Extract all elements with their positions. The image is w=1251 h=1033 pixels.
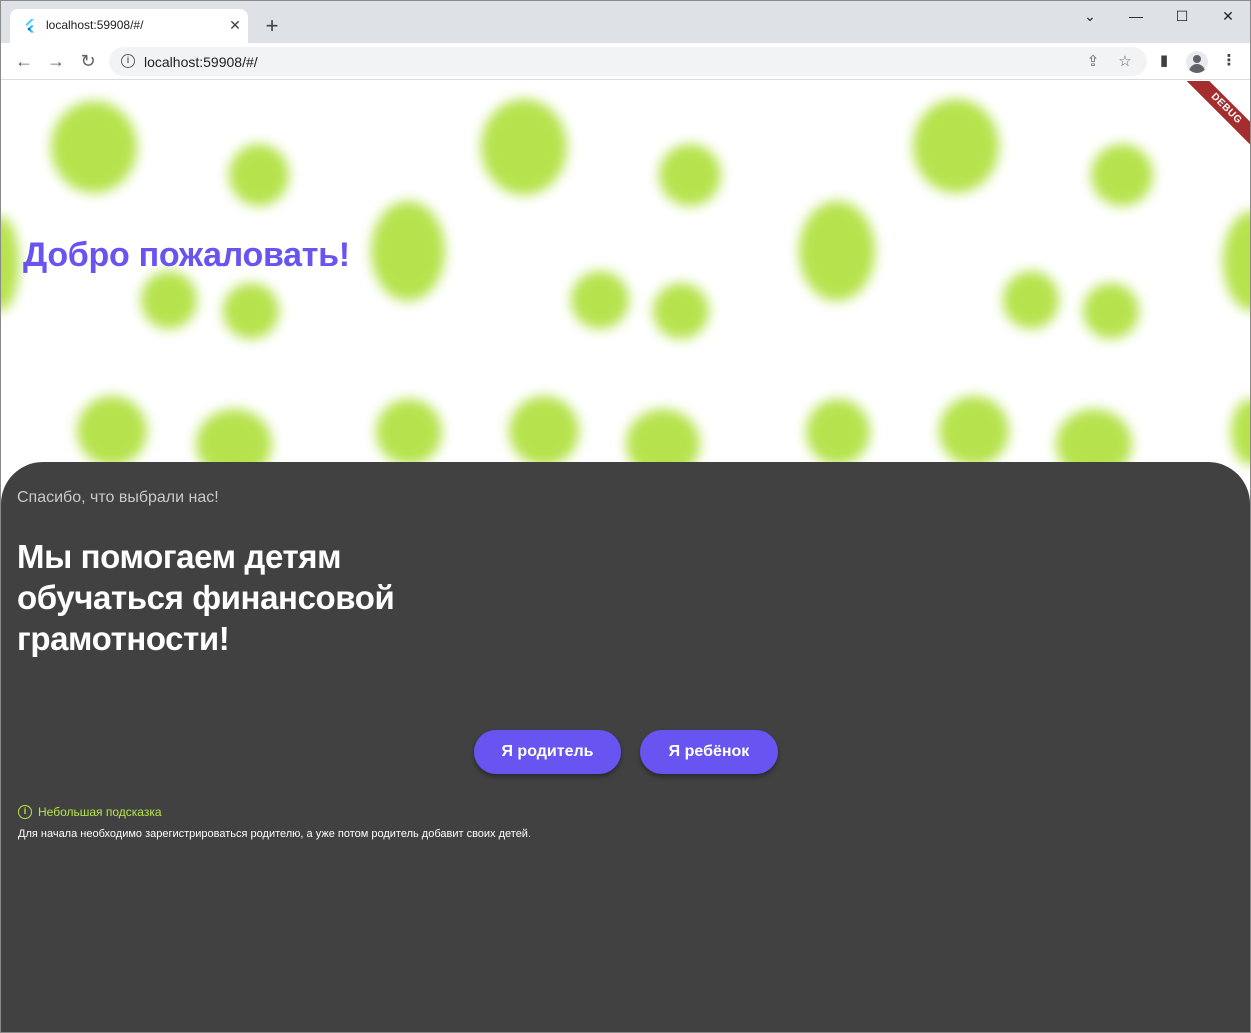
bottom-sheet: Спасибо, что выбрали нас! Мы помогаем де… [1,462,1250,1032]
side-panel-icon[interactable]: ▮ [1153,50,1175,72]
close-window-button[interactable]: ✕ [1216,5,1240,27]
parent-button[interactable]: Я родитель [474,730,621,774]
decor-blob [659,144,721,206]
maximize-button[interactable]: ☐ [1170,5,1194,27]
decor-blob [77,396,147,466]
tab-title: localhost:59908/#/ [46,18,144,32]
decor-blob [939,396,1009,466]
url-text[interactable]: localhost:59908/#/ [144,54,258,70]
thanks-text: Спасибо, что выбрали нас! [17,489,219,506]
flutter-icon [25,19,34,33]
back-button[interactable]: ← [12,49,36,73]
decor-blob [141,271,197,329]
forward-button[interactable]: → [44,49,68,73]
new-tab-button[interactable]: + [261,15,283,37]
share-icon[interactable]: ⇪ [1083,52,1103,72]
browser-menu-icon[interactable]: ⋮ [1218,50,1240,72]
tab-strip: localhost:59908/#/ ✕ + ⌄ — ☐ ✕ [1,1,1250,43]
decor-blob [481,99,567,195]
decor-blob [571,271,629,329]
headline: Мы помогаем детям обучаться финансовой г… [17,538,395,657]
avatar-head [1193,55,1201,63]
hint-text: Для начала необходимо зарегистрироваться… [18,828,532,840]
decor-blob [1231,399,1250,465]
browser-window: localhost:59908/#/ ✕ + ⌄ — ☐ ✕ ← → ↻ i l… [0,0,1251,1033]
welcome-title: Добро пожаловать! [23,236,350,274]
reload-button[interactable]: ↻ [76,49,100,73]
decor-blob [51,101,137,193]
decor-blob [229,144,289,206]
decor-blob [913,99,999,193]
child-button[interactable]: Я ребёнок [640,730,778,774]
info-icon: i [18,805,32,819]
tab-close-icon[interactable]: ✕ [225,15,245,35]
profile-avatar-icon[interactable] [1186,51,1208,73]
decor-blob [223,283,279,339]
avatar-body [1189,64,1205,73]
browser-tab[interactable]: localhost:59908/#/ ✕ [10,9,248,43]
decor-blob [1223,211,1250,311]
decor-blob [1091,144,1153,206]
decor-blob [1003,271,1059,329]
site-info-icon[interactable]: i [121,54,135,68]
decor-blob [799,201,875,301]
decor-blob [371,201,445,301]
decor-blob [1083,283,1139,339]
address-bar[interactable]: i localhost:59908/#/ ⇪ ☆ [109,47,1147,76]
decor-blob [653,283,709,339]
decor-blob [509,396,579,466]
browser-toolbar: ← → ↻ i localhost:59908/#/ ⇪ ☆ ▮ ⋮ [1,43,1250,80]
app-viewport: DEBUG Добро пожаловать! Спасибо, что выб… [1,81,1250,1032]
decor-blob [376,399,442,465]
decor-blob [806,399,870,465]
tab-search-icon[interactable]: ⌄ [1078,5,1102,27]
hint-title: Небольшая подсказка [38,805,162,819]
bookmark-star-icon[interactable]: ☆ [1115,52,1135,72]
decor-blob [1,216,19,311]
debug-banner: DEBUG [1177,81,1250,158]
minimize-button[interactable]: — [1124,5,1148,27]
